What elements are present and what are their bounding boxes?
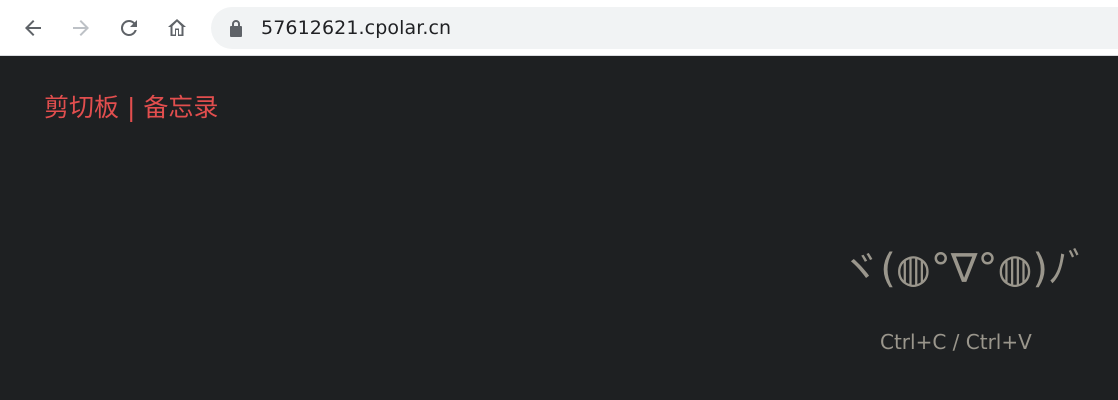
shortcut-hint: Ctrl+C / Ctrl+V [880, 330, 1032, 354]
brand-title-link[interactable]: 剪切板 | 备忘录 [44, 88, 218, 124]
reload-button[interactable] [111, 10, 147, 46]
back-button[interactable] [15, 10, 51, 46]
reload-icon [120, 19, 137, 36]
forward-button[interactable] [63, 10, 99, 46]
back-arrow-icon [25, 20, 41, 36]
home-button[interactable] [159, 10, 195, 46]
lock-icon[interactable] [228, 19, 244, 37]
url-text[interactable]: 57612621.cpolar.cn [261, 17, 451, 39]
address-bar[interactable]: 57612621.cpolar.cn [211, 7, 1118, 49]
home-icon [168, 19, 186, 36]
kaomoji-text: ヾ(◍°∇°◍)ﾉﾞ [840, 246, 1088, 292]
browser-toolbar: 57612621.cpolar.cn [0, 0, 1118, 56]
forward-arrow-icon [73, 20, 89, 36]
page-content: 剪切板 | 备忘录 ヾ(◍°∇°◍)ﾉﾞ Ctrl+C / Ctrl+V [0, 56, 1118, 400]
